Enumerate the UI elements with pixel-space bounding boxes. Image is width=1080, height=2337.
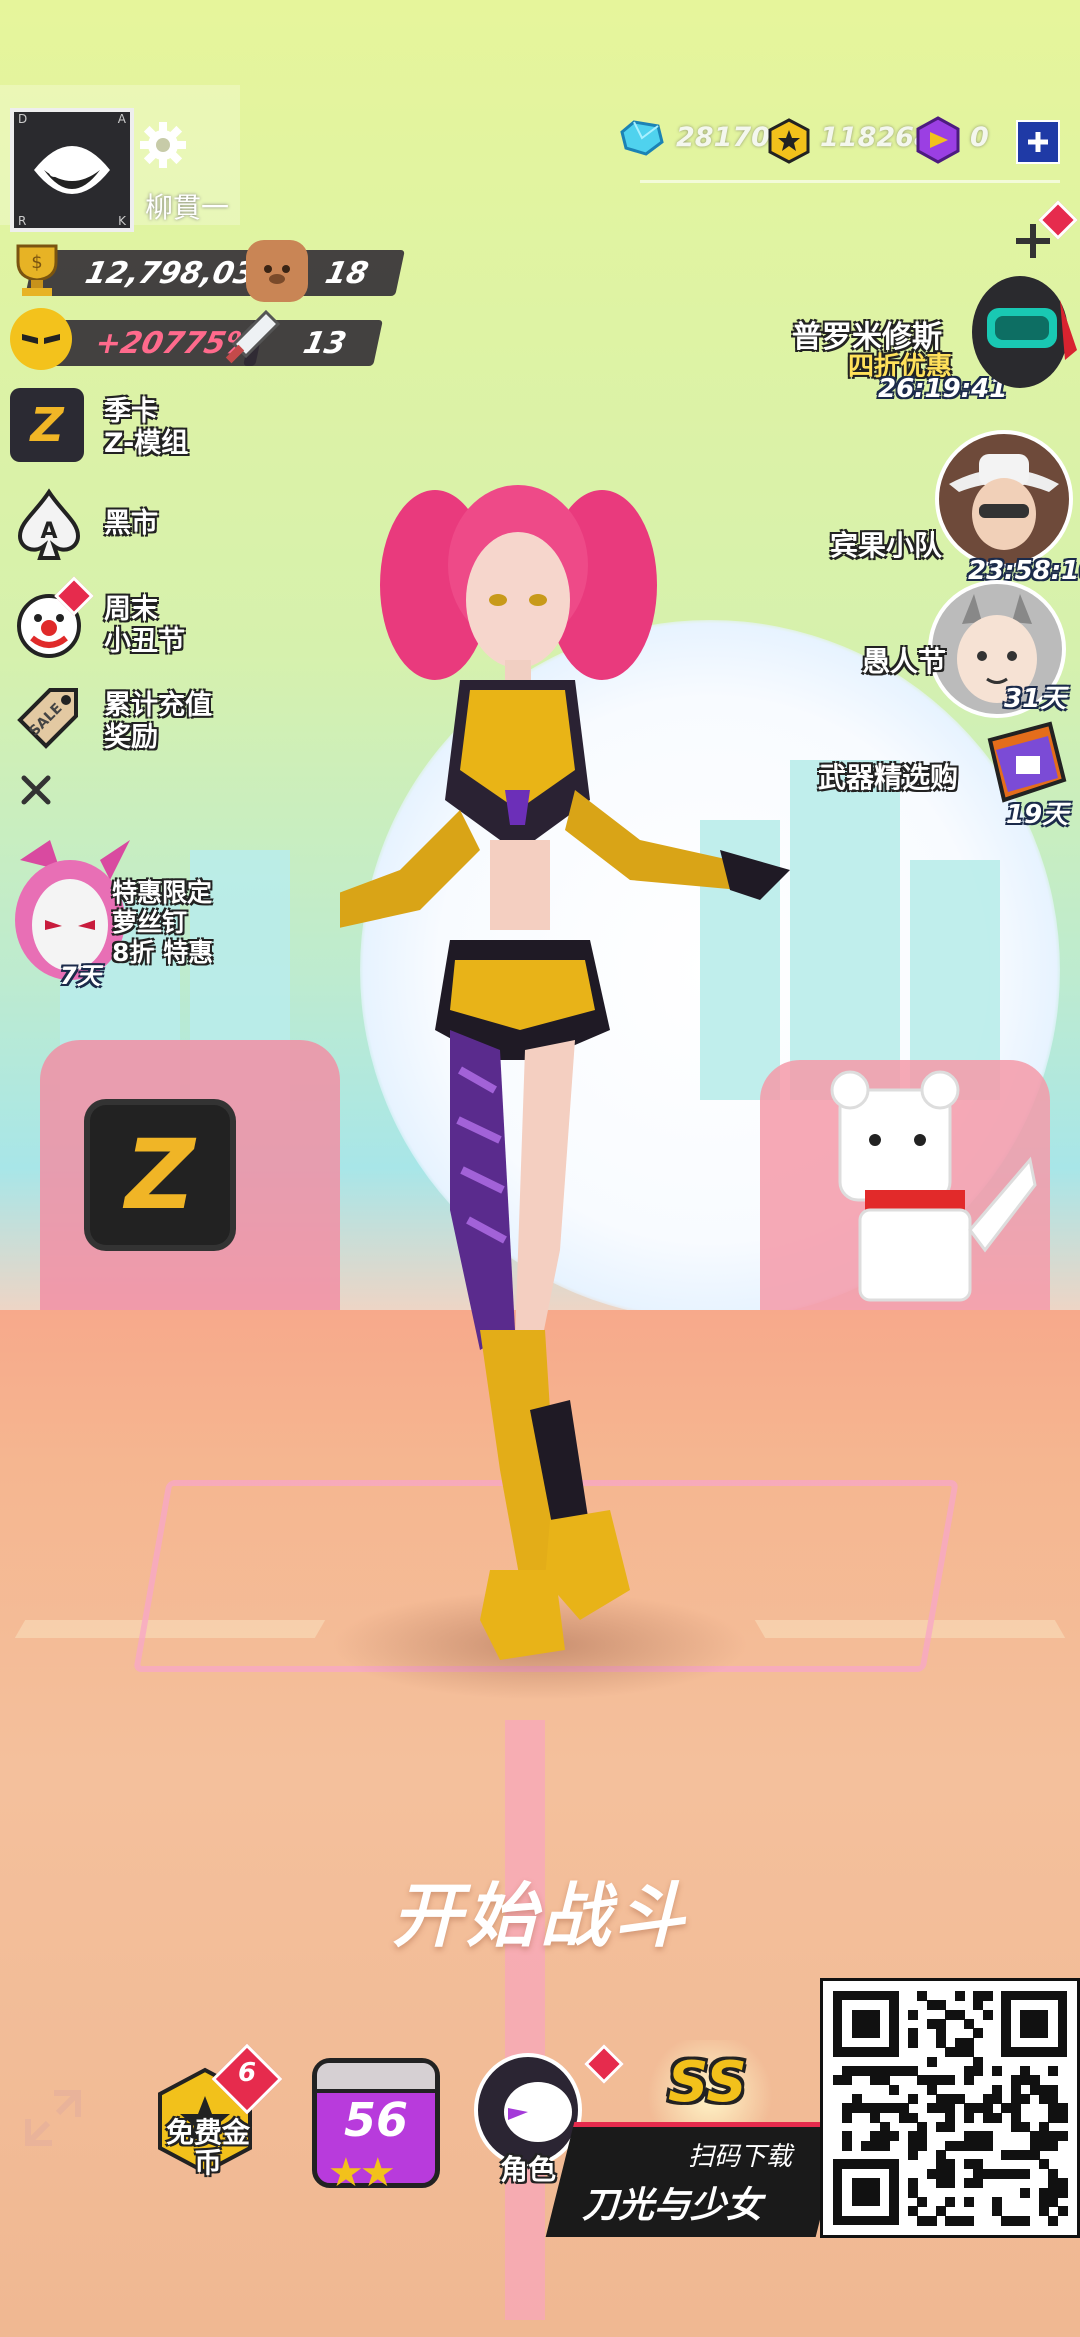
bear-icon [246, 240, 308, 302]
close-icon [21, 775, 51, 805]
ticket-amount: 0 [970, 122, 989, 153]
z-module-box[interactable]: Z [90, 1105, 230, 1245]
download-line-1: 扫码下载 [688, 2142, 793, 2172]
level-card-top [317, 2063, 435, 2093]
crystal-icon [618, 118, 666, 158]
season-card-label[interactable]: 季卡 Z-模组 [104, 396, 188, 460]
black-market-icon[interactable]: A [12, 488, 86, 562]
helmet-portrait[interactable] [965, 270, 1080, 395]
avatar-letter: D [18, 112, 28, 126]
clown-festival-label[interactable]: 周末 小丑节 [104, 594, 185, 658]
svg-text:$: $ [31, 252, 42, 273]
bear-companion [830, 1070, 1037, 1302]
menu-label-line: 黑市 [104, 508, 158, 539]
fullscreen-button[interactable] [20, 2085, 86, 2151]
avatar-letter: R [18, 214, 27, 228]
role-label: 角色 [500, 2153, 557, 2186]
free-coins-label: 免费金币 [165, 2116, 250, 2179]
center-runway [505, 1720, 545, 2320]
event-title[interactable]: 武器精选购 [818, 756, 958, 796]
menu-label-line: 周末 [104, 594, 158, 625]
menu-label-line: Z-模组 [104, 428, 189, 459]
bonus-face-icon [10, 308, 72, 370]
event-title[interactable]: 愚人节 [862, 640, 946, 680]
player-avatar[interactable]: D A R K [10, 108, 134, 232]
rank-button[interactable]: SS [668, 2050, 747, 2115]
weapon-value: 13 [300, 325, 350, 361]
pet-value: 18 [322, 255, 372, 291]
event-title[interactable]: 宾果小队 [830, 524, 942, 564]
collapse-menu-button[interactable] [18, 772, 54, 808]
z-logo-icon: Z [125, 1119, 195, 1231]
cowboy-hat-icon [949, 454, 1059, 550]
menu-label-line: 奖励 [104, 722, 158, 753]
event-timer: 31天 [1004, 684, 1067, 714]
settings-button[interactable] [138, 120, 188, 170]
promo-line: 8折 特惠 [112, 938, 214, 967]
start-battle-button[interactable]: 开始战斗 [360, 1860, 720, 1960]
promo-line: 萝丝钉 [112, 908, 188, 937]
qr-code-pattern [833, 1991, 1068, 2226]
star-rating-icon: ★★ [328, 2150, 396, 2196]
trophy-icon: $ [6, 238, 68, 300]
ticket-icon [914, 116, 962, 164]
header-divider [640, 180, 1060, 183]
avatar-emblem-icon [34, 146, 110, 194]
svg-text:A: A [40, 519, 57, 544]
menu-label-line: 累计充值 [104, 690, 212, 721]
menu-label-line: 小丑节 [104, 626, 185, 657]
avatar-letter: A [117, 112, 126, 126]
gear-icon [140, 122, 186, 168]
plus-icon [1028, 132, 1048, 152]
character-model [340, 485, 790, 1660]
promo-days: 7天 [60, 962, 101, 990]
qr-code[interactable] [820, 1978, 1080, 2238]
crystal-amount: 28170 [676, 122, 770, 153]
promo-line: 特惠限定 [112, 878, 213, 907]
background-building [790, 760, 900, 1100]
add-currency-button[interactable] [1016, 120, 1060, 164]
sale-tag-icon[interactable]: SALE [10, 680, 84, 754]
helmet-icon [972, 276, 1077, 388]
event-timer: 19天 [1006, 800, 1069, 830]
coin-icon [766, 118, 812, 164]
menu-label-line: 季卡 [104, 396, 158, 427]
cowboy-portrait[interactable] [935, 430, 1073, 568]
avatar-letter: K [118, 214, 126, 228]
black-market-label[interactable]: 黑市 [104, 508, 158, 540]
sword-icon [222, 306, 284, 368]
expand-icon [25, 2090, 81, 2146]
download-line-2: 刀光与少女 [582, 2185, 763, 2226]
season-card-icon[interactable]: Z [10, 388, 84, 462]
player-name: 柳貫一 [145, 191, 230, 224]
free-coins-badge: 6 [237, 2058, 257, 2088]
promo-label[interactable]: 特惠限定 萝丝钉 8折 特惠 [112, 878, 213, 968]
recharge-reward-label[interactable]: 累计充值 奖励 [104, 690, 212, 754]
level-value: 56 [343, 2093, 408, 2147]
